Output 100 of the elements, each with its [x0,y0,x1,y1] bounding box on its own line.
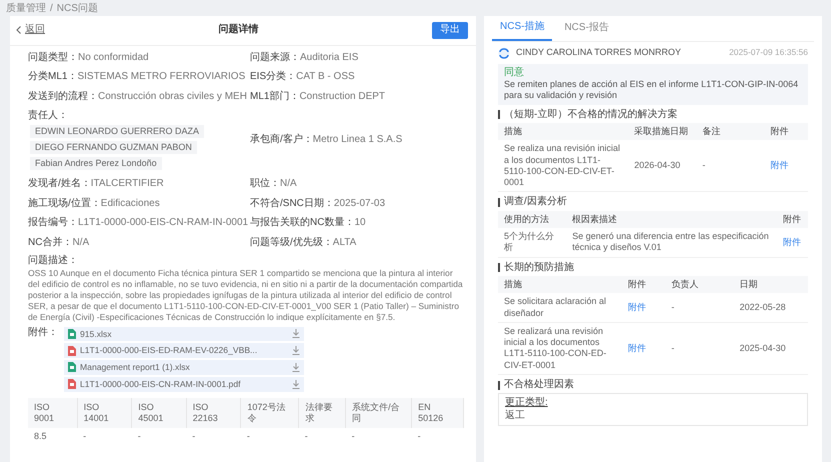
section-title: 不合格处理因素 [504,378,574,392]
breadcrumb-link[interactable]: 质量管理 [6,3,46,14]
field-label: ML1部门： [250,90,300,102]
column-header: 措施 [498,276,622,294]
column-header: 措施 [498,123,628,140]
column-header: 附件 [764,123,808,140]
page-title: 问题详情 [218,24,258,36]
table-cell: - [240,428,299,446]
column-header: EN 50126 [412,398,464,428]
field-label: 更正类型: [505,397,548,408]
field-value: N/A [280,178,297,190]
attachment-link[interactable]: 附件 [770,160,789,170]
attachment-item[interactable]: L1T1-0000-000-EIS-ED-RAM-EV-0226_VBB... [64,343,304,358]
table-cell: Se realiza una revisión inicial a los documentos L1T1-5110-100-CON-ED-CIV-ET-0001 [498,140,628,192]
attachment-link[interactable]: 附件 [628,302,646,312]
field-value: Metro Linea 1 S.A.S [312,134,402,146]
field-value: 2025-07-03 [334,198,386,209]
download-icon[interactable] [292,346,300,356]
person-tag: EDWIN LEONARDO GUERRERO DAZA [30,124,204,138]
table-cell: Se solicitara aclaración al diseñador [498,293,622,322]
field-value: 返工 [505,410,526,422]
download-icon[interactable] [292,380,300,389]
comment-text: Se remiten planes de acción al EIS en el informe L1T1-CON-GIP-IN-0064 para su validación y revisión [504,79,800,102]
download-icon[interactable] [292,329,300,338]
avatar-icon [498,46,510,58]
person-tag: Fabian Andres Perez Londoño [30,157,162,170]
field-value: ALTA [332,236,356,248]
field-value: Edificaciones [100,198,160,209]
table-cell: - [77,428,132,446]
field-value: L1T1-0000-000-EIS-CN-RAM-IN-0001 [78,217,248,228]
table-cell: - [665,293,734,322]
field-label: EIS分类： [250,71,296,82]
attachment-link[interactable]: 附件 [628,342,646,353]
table-cell: 8.5 [28,428,78,446]
description-text: OSS 10 Aunque en el documento Ficha técnica pintura SER 1 compartido se menciona que la pintura al interior del edificio de control es no inflamable, no se tuvo evidencia, ni en sitio ni a partir de la documentación compartida posterior a la inspección, sobre las propiedades ignífugas de la pintura utilizada al interior del edificio de control SER, a pesar de que el documento L1T1-5110-100-CON-ED-CIV-ET-0001_V00 SER 1 (Patio Taller) – Suministro de Energía (Civil) -Especificaciones Técnicas de Construcción lo indique explícitamente en §7.5. [28,268,464,324]
field-label: 不符合/SNC日期： [250,198,334,209]
field-value: 10 [354,217,366,228]
column-header: ISO 22163 [186,398,241,428]
table-cell: 2022-05-28 [734,293,808,322]
field-value: Construcción obras civiles y MEH [98,90,247,102]
field-label: 报告编号： [28,217,78,228]
table-cell: - [132,428,186,446]
field-value: No conformidad [78,52,149,62]
column-header: 备注 [696,123,765,140]
attachment-link[interactable]: 附件 [782,236,801,247]
table-cell: 5个为什么分析 [498,228,566,257]
column-header: 负责人 [665,276,734,294]
table-cell: 2026-04-30 [628,140,696,192]
field-label: 施工现场/位置： [28,198,101,209]
table-cell: - [298,428,346,446]
tab[interactable]: NCS-措施 [492,16,552,40]
timestamp: 2025-07-09 16:35:56 [729,47,808,58]
table-cell: Se realizará una revisión inicial a los documentos L1T1-5110-100-CON-ED-CIV-ET-0001 [498,322,622,374]
field-value: CAT B - OSS [296,71,355,82]
file-icon [68,346,76,356]
field-label: 问题描述： [28,255,79,268]
field-value: N/A [72,236,90,248]
field-value: Construction DEPT [299,90,386,102]
field-label: NC合并： [28,236,72,248]
field-label: 附件： [28,326,58,340]
field-label: 责任人： [28,110,69,122]
tab[interactable]: NCS-报告 [556,16,617,40]
author-name: CINDY CAROLINA TORRES MONRROY [516,46,682,58]
field-value: Auditoria EIS [300,52,358,62]
table-cell: Se generó una diferencia entre las especificación técnica y diseños V.01 [566,228,777,257]
table-cell: - [346,428,412,446]
column-header: ISO 9001 [28,398,78,428]
field-label: 问题来源： [250,52,300,62]
attachment-item[interactable]: L1T1-0000-000-EIS-CN-RAM-IN-0001.pdf [64,376,304,392]
table-cell: 2025-04-30 [734,322,808,374]
section-title: 调查/因素分析 [504,196,567,209]
table-cell: - [665,322,734,374]
field-value: SISTEMAS METRO FERROVIARIOS [77,71,246,82]
approval-status: 同意 [504,66,525,79]
back-link[interactable]: 返回 [25,24,45,36]
table-cell: - [412,428,464,446]
column-header: ISO 45001 [132,398,186,428]
person-tag: DIEGO FERNANDO GUZMAN PABON [30,140,197,154]
attachment-item[interactable]: 915.xlsx [64,326,304,342]
column-header: 系统文件/合同 [346,398,412,428]
section-title: （短期-立即）不合格的情况的解决方案 [504,108,678,121]
chevron-left-icon[interactable] [16,26,21,34]
breadcrumb-separator: / [50,3,53,14]
field-label: 问题类型： [28,52,78,62]
column-header: 附件 [776,210,808,228]
field-label: 分类ML1： [28,71,78,82]
field-value: ITALCERTIFIER [90,178,164,190]
field-label: 发现者/姓名： [28,178,91,190]
column-header: 使用的方法 [498,210,566,228]
export-button[interactable]: 导出 [432,22,468,38]
download-icon[interactable] [292,362,300,372]
column-header: 日期 [734,276,808,294]
field-label: 承包商/客户： [250,134,313,146]
column-header: 法律要求 [298,398,346,428]
breadcrumb-link[interactable]: NCS问题 [56,3,98,14]
attachment-item[interactable]: Management report1 (1).xlsx [64,360,304,375]
file-icon [68,328,76,339]
file-icon [68,362,76,372]
field-label: 发送到的流程： [28,90,98,102]
field-label: 问题等级/优先级： [250,236,333,248]
